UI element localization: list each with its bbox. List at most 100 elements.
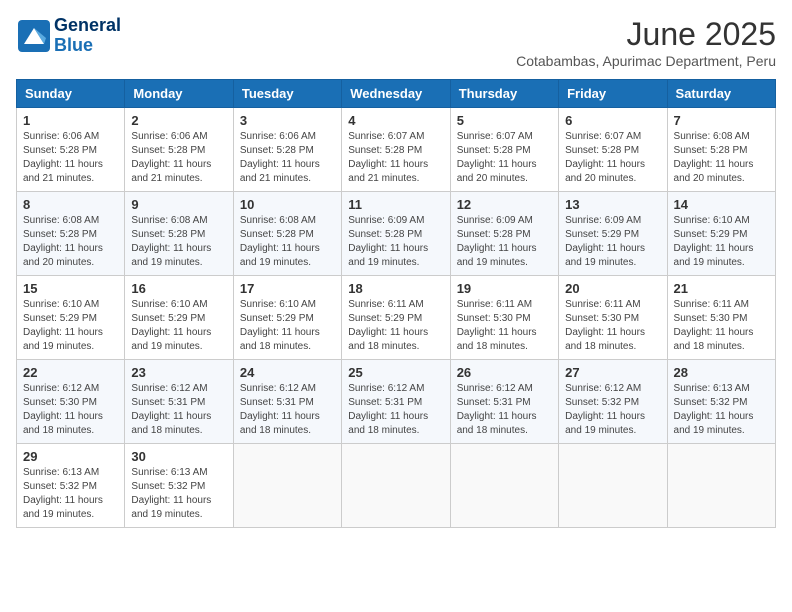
calendar-cell: 16 Sunrise: 6:10 AM Sunset: 5:29 PM Dayli… [125, 276, 233, 360]
day-detail: Sunrise: 6:08 AM Sunset: 5:28 PM Dayligh… [240, 214, 335, 270]
calendar-week-row: 29Sunrise: 6:13 AM Sunset: 5:32 PM Dayli… [17, 444, 776, 528]
calendar-cell: 12Sunrise: 6:09 AM Sunset: 5:28 PM Dayli… [450, 192, 558, 276]
calendar-cell: 1Sunrise: 6:06 AM Sunset: 5:28 PM Daylig… [17, 108, 125, 192]
calendar-cell: 14 Sunrise: 6:10 AM Sunset: 5:29 PM Dayli… [667, 192, 775, 276]
day-number: 28 [674, 365, 769, 380]
day-detail: Sunrise: 6:11 AM Sunset: 5:30 PM Dayligh… [674, 298, 769, 354]
day-detail: Sunrise: 6:12 AM Sunset: 5:30 PM Dayligh… [23, 382, 118, 438]
day-detail: Sunrise: 6:12 AM Sunset: 5:31 PM Dayligh… [457, 382, 552, 438]
day-number: 15 [23, 281, 118, 296]
calendar-day-header: Thursday [450, 80, 558, 108]
day-detail: Sunrise: 6:13 AM Sunset: 5:32 PM Dayligh… [674, 382, 769, 438]
calendar-cell: 30Sunrise: 6:13 AM Sunset: 5:32 PM Dayli… [125, 444, 233, 528]
day-detail: Sunrise: 6:10 AM Sunset: 5:29 PM Dayligh… [131, 298, 226, 354]
calendar-cell: 28 Sunrise: 6:13 AM Sunset: 5:32 PM Dayli… [667, 360, 775, 444]
day-detail: Sunrise: 6:08 AM Sunset: 5:28 PM Dayligh… [674, 130, 769, 186]
calendar-week-row: 22 Sunrise: 6:12 AM Sunset: 5:30 PM Dayli… [17, 360, 776, 444]
calendar-cell: 19 Sunrise: 6:11 AM Sunset: 5:30 PM Dayli… [450, 276, 558, 360]
calendar-cell: 4 Sunrise: 6:07 AM Sunset: 5:28 PM Daylig… [342, 108, 450, 192]
calendar-cell: 27 Sunrise: 6:12 AM Sunset: 5:32 PM Dayli… [559, 360, 667, 444]
day-number: 17 [240, 281, 335, 296]
day-detail: Sunrise: 6:13 AM Sunset: 5:32 PM Dayligh… [23, 466, 118, 522]
calendar-cell: 26 Sunrise: 6:12 AM Sunset: 5:31 PM Dayli… [450, 360, 558, 444]
title-block: June 2025 Cotabambas, Apurimac Departmen… [516, 16, 776, 69]
day-number: 25 [348, 365, 443, 380]
day-number: 9 [131, 197, 226, 212]
day-number: 7 [674, 113, 769, 128]
day-number: 19 [457, 281, 552, 296]
day-number: 26 [457, 365, 552, 380]
calendar-cell: 23 Sunrise: 6:12 AM Sunset: 5:31 PM Dayli… [125, 360, 233, 444]
day-detail: Sunrise: 6:08 AM Sunset: 5:28 PM Dayligh… [23, 214, 118, 270]
calendar-cell: 21 Sunrise: 6:11 AM Sunset: 5:30 PM Dayli… [667, 276, 775, 360]
calendar-cell [450, 444, 558, 528]
day-detail: Sunrise: 6:10 AM Sunset: 5:29 PM Dayligh… [23, 298, 118, 354]
day-detail: Sunrise: 6:12 AM Sunset: 5:31 PM Dayligh… [131, 382, 226, 438]
day-number: 14 [674, 197, 769, 212]
day-number: 20 [565, 281, 660, 296]
calendar-cell: 2Sunrise: 6:06 AM Sunset: 5:28 PM Daylig… [125, 108, 233, 192]
day-number: 2 [131, 113, 226, 128]
day-detail: Sunrise: 6:07 AM Sunset: 5:28 PM Dayligh… [348, 130, 443, 186]
day-detail: Sunrise: 6:07 AM Sunset: 5:28 PM Dayligh… [565, 130, 660, 186]
day-number: 6 [565, 113, 660, 128]
month-title: June 2025 [516, 16, 776, 53]
calendar-week-row: 1 Sunrise: 6:06 AM Sunset: 5:28 PM Daylig… [17, 108, 776, 192]
day-detail: Sunrise: 6:11 AM Sunset: 5:30 PM Dayligh… [457, 298, 552, 354]
day-detail: Sunrise: 6:11 AM Sunset: 5:29 PM Dayligh… [348, 298, 443, 354]
calendar-day-header: Monday [125, 80, 233, 108]
day-number: 8 [23, 197, 118, 212]
calendar-header-row: SundayMondayTuesdayWednesdayThursdayFrid… [17, 80, 776, 108]
day-number: 23 [131, 365, 226, 380]
calendar-cell [667, 444, 775, 528]
day-detail: Sunrise: 6:10 AM Sunset: 5:29 PM Dayligh… [240, 298, 335, 354]
day-detail: Sunrise: 6:09 AM Sunset: 5:28 PM Dayligh… [348, 214, 443, 270]
logo-icon [16, 18, 52, 54]
day-number: 4 [348, 113, 443, 128]
day-number: 21 [674, 281, 769, 296]
day-number: 24 [240, 365, 335, 380]
day-number: 16 [131, 281, 226, 296]
day-detail: Sunrise: 6:06 AM Sunset: 5:28 PM Dayligh… [240, 130, 335, 186]
day-number: 1 [23, 113, 118, 128]
calendar-week-row: 15 Sunrise: 6:10 AM Sunset: 5:29 PM Dayli… [17, 276, 776, 360]
calendar-day-header: Sunday [17, 80, 125, 108]
day-number: 5 [457, 113, 552, 128]
calendar-day-header: Wednesday [342, 80, 450, 108]
calendar-cell: 18 Sunrise: 6:11 AM Sunset: 5:29 PM Dayli… [342, 276, 450, 360]
calendar-cell: 8 Sunrise: 6:08 AM Sunset: 5:28 PM Daylig… [17, 192, 125, 276]
calendar-cell: 22 Sunrise: 6:12 AM Sunset: 5:30 PM Dayli… [17, 360, 125, 444]
calendar-cell: 5 Sunrise: 6:07 AM Sunset: 5:28 PM Daylig… [450, 108, 558, 192]
day-detail: Sunrise: 6:12 AM Sunset: 5:31 PM Dayligh… [348, 382, 443, 438]
day-number: 11 [348, 197, 443, 212]
calendar-day-header: Friday [559, 80, 667, 108]
calendar-cell: 6 Sunrise: 6:07 AM Sunset: 5:28 PM Daylig… [559, 108, 667, 192]
day-number: 3 [240, 113, 335, 128]
day-number: 10 [240, 197, 335, 212]
calendar-cell: 25 Sunrise: 6:12 AM Sunset: 5:31 PM Dayli… [342, 360, 450, 444]
day-number: 18 [348, 281, 443, 296]
calendar-cell: 3 Sunrise: 6:06 AM Sunset: 5:28 PM Daylig… [233, 108, 341, 192]
day-detail: Sunrise: 6:11 AM Sunset: 5:30 PM Dayligh… [565, 298, 660, 354]
day-detail: Sunrise: 6:10 AM Sunset: 5:29 PM Dayligh… [674, 214, 769, 270]
calendar-cell: 7 Sunrise: 6:08 AM Sunset: 5:28 PM Daylig… [667, 108, 775, 192]
calendar-cell: 20 Sunrise: 6:11 AM Sunset: 5:30 PM Dayli… [559, 276, 667, 360]
day-number: 22 [23, 365, 118, 380]
calendar-cell: 13 Sunrise: 6:09 AM Sunset: 5:29 PM Dayli… [559, 192, 667, 276]
day-detail: Sunrise: 6:12 AM Sunset: 5:31 PM Dayligh… [240, 382, 335, 438]
calendar-cell: 9 Sunrise: 6:08 AM Sunset: 5:28 PM Daylig… [125, 192, 233, 276]
calendar-cell: 15 Sunrise: 6:10 AM Sunset: 5:29 PM Dayli… [17, 276, 125, 360]
day-number: 12 [457, 197, 552, 212]
calendar-cell: 10 Sunrise: 6:08 AM Sunset: 5:28 PM Dayli… [233, 192, 341, 276]
calendar-cell [342, 444, 450, 528]
calendar-cell [233, 444, 341, 528]
logo-line2: Blue [54, 36, 121, 56]
day-detail: Sunrise: 6:07 AM Sunset: 5:28 PM Dayligh… [457, 130, 552, 186]
subtitle: Cotabambas, Apurimac Department, Peru [516, 53, 776, 69]
day-number: 13 [565, 197, 660, 212]
calendar-cell: 11 Sunrise: 6:09 AM Sunset: 5:28 PM Dayli… [342, 192, 450, 276]
day-detail: Sunrise: 6:09 AM Sunset: 5:29 PM Dayligh… [565, 214, 660, 270]
day-detail: Sunrise: 6:08 AM Sunset: 5:28 PM Dayligh… [131, 214, 226, 270]
day-detail: Sunrise: 6:12 AM Sunset: 5:32 PM Dayligh… [565, 382, 660, 438]
day-number: 27 [565, 365, 660, 380]
